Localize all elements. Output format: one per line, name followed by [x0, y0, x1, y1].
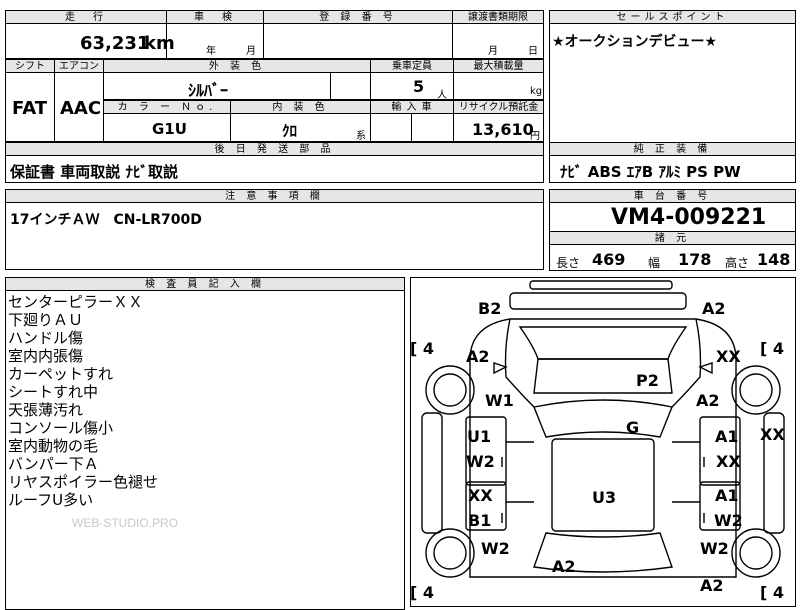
damage-mark: XX	[760, 425, 785, 444]
inspector-note: シートすれ中	[8, 383, 99, 401]
inspector-note: 室内内張傷	[8, 347, 84, 365]
import-header: 輸 入 車	[370, 100, 454, 114]
inspection-header: 車 検	[166, 10, 264, 24]
capacity-value: 5	[413, 77, 425, 96]
inspector-note: リヤスポイラー色褪せ	[8, 473, 159, 491]
damage-mark: U1	[467, 427, 492, 446]
later-parts-header: 後 日 発 送 部 品	[5, 142, 544, 156]
equipment-value: ﾅﾋﾞ ABS ｴｱB ｱﾙﾐ PS PW	[560, 163, 741, 181]
damage-mark: A2	[700, 576, 724, 595]
inspection-year: 年	[206, 46, 216, 57]
load-header: 最大積載量	[453, 59, 544, 73]
sales-point-value: ★オークションデビュー★	[552, 34, 718, 50]
interior-cell	[230, 113, 371, 142]
damage-mark: P2	[636, 371, 659, 390]
damage-mark: XX	[716, 452, 741, 471]
ac-value: AAC	[60, 98, 102, 119]
length-value: 469	[592, 250, 626, 269]
inspection-month: 月	[246, 46, 256, 57]
tire-tread-value: 4	[422, 339, 435, 358]
transfer-day: 日	[528, 46, 538, 57]
tire-tread-fr: [ 4	[760, 339, 785, 358]
height-value: 148	[757, 250, 791, 269]
recycle-unit: 円	[530, 131, 540, 142]
width-label: 幅	[648, 256, 661, 270]
caution-header: 注 意 事 項 欄	[5, 189, 544, 203]
damage-mark: A2	[466, 347, 490, 366]
tire-tread-rl: [ 4	[410, 583, 435, 602]
transfer-header: 譲渡書類期限	[452, 10, 544, 24]
damage-mark: A1	[715, 427, 739, 446]
damage-mark: XX	[716, 347, 741, 366]
recycle-value: 13,610	[472, 120, 534, 139]
tire-tread-value: 4	[772, 583, 785, 602]
inspector-note: ハンドル傷	[8, 329, 84, 347]
inspector-note: ルーフU多い	[8, 491, 94, 509]
color-no-value: G1U	[152, 120, 187, 138]
import-cell-b	[411, 113, 454, 142]
damage-mark: XX	[468, 486, 493, 505]
chassis-header: 車 台 番 号	[549, 189, 796, 203]
dims-header: 諸 元	[549, 231, 796, 245]
later-parts-value: 保証書 車両取説 ﾅﾋﾞ取説	[10, 163, 178, 181]
damage-mark: A1	[715, 486, 739, 505]
inspector-note: 下廻りＡＵ	[8, 311, 84, 329]
capacity-unit: 人	[437, 90, 447, 101]
height-label: 高さ	[725, 256, 750, 270]
equipment-header: 純 正 装 備	[549, 142, 796, 156]
damage-mark: W2	[700, 539, 729, 558]
inspector-note: コンソール傷小	[8, 419, 114, 437]
interior-header: 内 装 色	[230, 100, 371, 114]
tire-tread-rr: [ 4	[760, 583, 785, 602]
recycle-header: リサイクル預託金	[453, 100, 544, 114]
damage-mark: W2	[466, 452, 495, 471]
color-no-header: カ ラ ー Ｎｏ.	[103, 100, 231, 114]
shift-value: FAT	[12, 98, 48, 119]
damage-mark: G	[626, 418, 640, 437]
watermark: WEB-STUDIO.PRO	[72, 516, 179, 530]
capacity-header: 乗車定員	[370, 59, 454, 73]
interior-value: ｸﾛ	[282, 122, 298, 140]
damage-mark: A2	[702, 299, 726, 318]
inspector-note: センターピラーＸＸ	[8, 293, 144, 311]
interior-suffix: 系	[356, 131, 366, 142]
width-value: 178	[678, 250, 712, 269]
damage-mark: W2	[481, 539, 510, 558]
exterior-aux-cell	[330, 72, 371, 100]
shift-header: シフト	[5, 59, 55, 73]
mileage-header: 走 行	[5, 10, 167, 24]
ac-header: エアコン	[54, 59, 104, 73]
import-cell-a	[370, 113, 412, 142]
load-unit: kg	[530, 86, 543, 97]
length-label: 長さ	[556, 256, 581, 270]
tire-tread-value: 4	[772, 339, 785, 358]
damage-mark: U3	[592, 488, 617, 507]
tire-tread-value: 4	[422, 583, 435, 602]
inspector-note: 室内動物の毛	[8, 437, 99, 455]
inspector-note: 天張薄汚れ	[8, 401, 84, 419]
tire-tread-fl: [ 4	[410, 339, 435, 358]
mileage-value: 63,231	[80, 33, 150, 54]
inspector-header: 検 査 員 記 入 欄	[5, 277, 405, 291]
damage-mark: W2	[714, 511, 743, 530]
damage-mark: B2	[478, 299, 502, 318]
inspector-note: カーペットすれ	[8, 365, 114, 383]
sales-point-header: セールスポイント	[549, 10, 796, 24]
transfer-month: 月	[488, 46, 498, 57]
exterior-value: ｼﾙﾊﾞｰ	[188, 81, 229, 100]
caution-value: 17インチＡＷ CN-LR700D	[10, 212, 202, 228]
damage-mark: A2	[696, 391, 720, 410]
damage-mark: A2	[552, 557, 576, 576]
chassis-value: VM4-009221	[611, 205, 767, 230]
damage-mark: B1	[468, 511, 492, 530]
registration-header: 登 録 番 号	[263, 10, 453, 24]
inspector-note: バンパー下Ａ	[8, 455, 99, 473]
damage-mark: W1	[485, 391, 514, 410]
registration-cell	[263, 23, 453, 59]
exterior-header: 外 装 色	[103, 59, 371, 73]
